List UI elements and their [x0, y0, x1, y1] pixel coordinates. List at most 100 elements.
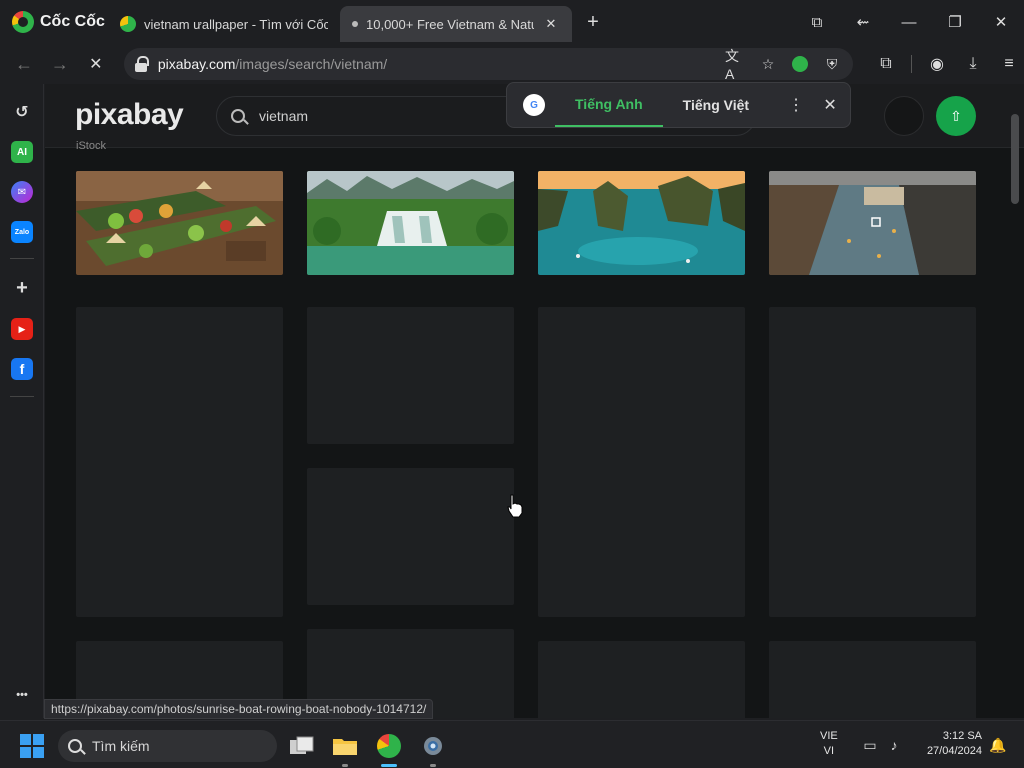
page-scrollbar[interactable]: [1011, 114, 1019, 204]
history-icon[interactable]: ↺: [11, 101, 33, 123]
bookmark-star-icon[interactable]: ☆: [757, 53, 779, 75]
ha-long-bay-image: [538, 171, 745, 275]
moon-icon: [791, 56, 808, 72]
translate-options-icon[interactable]: ⋮: [783, 92, 809, 118]
language-code: VIE: [820, 730, 838, 742]
coccoc-logo-icon: [377, 734, 401, 758]
translate-icon[interactable]: 文A: [725, 48, 747, 82]
maximize-button[interactable]: ❐: [932, 0, 978, 44]
messenger-icon[interactable]: ✉: [11, 181, 33, 203]
google-translate-icon: G: [523, 94, 545, 116]
close-window-button[interactable]: ✕: [978, 0, 1024, 44]
back-button[interactable]: ←: [6, 46, 42, 82]
coccoc-favicon-icon: [120, 16, 136, 32]
sidebar-divider: [10, 396, 34, 397]
translate-popup: G Tiếng Anh Tiếng Việt ⋮ ✕: [506, 82, 851, 128]
search-icon: [68, 739, 82, 753]
system-clock[interactable]: 3:12 SA 27/04/2024: [916, 729, 982, 759]
facebook-icon[interactable]: f: [11, 358, 33, 380]
stop-loading-button[interactable]: ✕: [78, 46, 114, 82]
running-indicator: [342, 764, 348, 767]
keyboard-layout: VI: [823, 745, 835, 757]
clock-date: 27/04/2024: [926, 745, 982, 757]
avatar[interactable]: [884, 96, 924, 136]
dark-mode-icon[interactable]: [789, 53, 811, 75]
add-icon[interactable]: +: [11, 277, 33, 299]
image-placeholder[interactable]: [76, 307, 283, 617]
windows-taskbar: Tìm kiếm VIE VI ▭ ♪ 3:12 SA 27/04/2024 🔔: [0, 720, 1024, 768]
running-indicator: [430, 764, 436, 767]
browser-sidebar: ↺ AI ✉ Zalo + ▶ f •••: [0, 84, 44, 718]
notification-bell-icon[interactable]: 🔔: [988, 735, 1008, 755]
navigation-bar: ← → ✕ pixabay.com /images/search/vietnam…: [0, 44, 1024, 84]
sidebar-divider: [10, 258, 34, 259]
image-placeholder[interactable]: [538, 307, 745, 617]
download-icon[interactable]: ⤓: [958, 49, 988, 79]
title-bar: Cốc Cốc vietnam ưallpaper - Tìm với Cốc …: [0, 0, 1024, 44]
tab-coccoc-search[interactable]: vietnam ưallpaper - Tìm với Cốc Cốc: [108, 6, 340, 42]
more-icon[interactable]: •••: [11, 684, 33, 706]
minimize-button[interactable]: —: [886, 0, 932, 44]
lock-icon[interactable]: [134, 56, 149, 72]
address-bar-icons: 文A ☆ ⛨: [725, 48, 843, 82]
url-host: pixabay.com: [157, 56, 236, 72]
new-tab-button[interactable]: +: [578, 7, 608, 37]
coccoc-taskbar-icon[interactable]: [372, 729, 406, 767]
close-icon[interactable]: ✕: [817, 92, 843, 118]
photo-waterfall[interactable]: [307, 171, 514, 275]
photo-ha-long-bay[interactable]: [538, 171, 745, 275]
file-explorer-icon[interactable]: [328, 729, 362, 767]
start-tile: [20, 734, 31, 745]
window-controls: ⧉ ⇜ — ❐ ✕: [794, 0, 1024, 44]
image-placeholder[interactable]: [538, 641, 745, 718]
upload-button[interactable]: ⇧: [936, 96, 976, 136]
start-tile: [20, 747, 31, 758]
tab-source-language[interactable]: Tiếng Anh: [555, 83, 663, 127]
image-placeholder[interactable]: [307, 307, 514, 444]
start-tile: [33, 747, 44, 758]
youtube-icon[interactable]: ▶: [11, 318, 33, 340]
forward-button[interactable]: →: [42, 46, 78, 82]
floating-market-image: [76, 171, 283, 275]
adblock-shield-icon[interactable]: ⛨: [821, 53, 843, 75]
hand-cursor-icon: [507, 494, 523, 518]
toolbar-divider: [910, 55, 912, 73]
waterfall-image: [307, 171, 514, 275]
zalo-icon[interactable]: Zalo: [11, 221, 33, 243]
task-view-icon[interactable]: [285, 729, 319, 763]
browser-brand[interactable]: Cốc Cốc: [0, 11, 108, 33]
image-placeholder[interactable]: [307, 468, 514, 605]
tab-search-icon[interactable]: ⇜: [840, 0, 886, 44]
upload-icon: ⇧: [950, 107, 962, 124]
image-placeholder[interactable]: [769, 641, 976, 718]
extensions-icon[interactable]: ⧉: [871, 49, 901, 79]
ai-icon[interactable]: AI: [11, 141, 33, 163]
active-indicator: [381, 764, 397, 767]
volume-icon[interactable]: ♪: [884, 735, 904, 755]
image-placeholder[interactable]: [769, 307, 976, 617]
taskbar-search[interactable]: Tìm kiếm: [58, 730, 277, 762]
settings-gear-icon[interactable]: [416, 729, 450, 767]
brand-name: Cốc Cốc: [40, 13, 105, 30]
tab-pixabay[interactable]: 10,000+ Free Vietnam & Nature ✕: [340, 6, 572, 42]
status-link-preview: https://pixabay.com/photos/sunrise-boat-…: [44, 699, 434, 719]
gear-glyph: [424, 737, 442, 755]
photo-floating-market[interactable]: [76, 171, 283, 275]
web-page: pixabay ⇧ iStock: [45, 84, 1024, 718]
folder-glyph: [333, 739, 357, 755]
cast-icon[interactable]: ⧉: [794, 0, 840, 44]
network-icon[interactable]: ▭: [860, 735, 880, 755]
menu-icon[interactable]: ≡: [994, 49, 1024, 79]
photo-hoi-an[interactable]: [769, 171, 976, 275]
istock-label[interactable]: iStock: [76, 140, 106, 152]
address-bar[interactable]: pixabay.com /images/search/vietnam/ 文A ☆…: [123, 48, 853, 82]
input-language[interactable]: VIE VI: [820, 729, 838, 759]
profile-icon[interactable]: ◉: [922, 49, 952, 79]
clock-time: 3:12 SA: [942, 730, 982, 742]
pixabay-logo[interactable]: pixabay: [75, 98, 184, 132]
hoi-an-image: [769, 171, 976, 275]
windows-start-icon[interactable]: [20, 734, 44, 758]
search-icon[interactable]: [231, 109, 245, 123]
close-tab-icon[interactable]: ✕: [542, 15, 560, 33]
tab-target-language[interactable]: Tiếng Việt: [663, 83, 769, 127]
